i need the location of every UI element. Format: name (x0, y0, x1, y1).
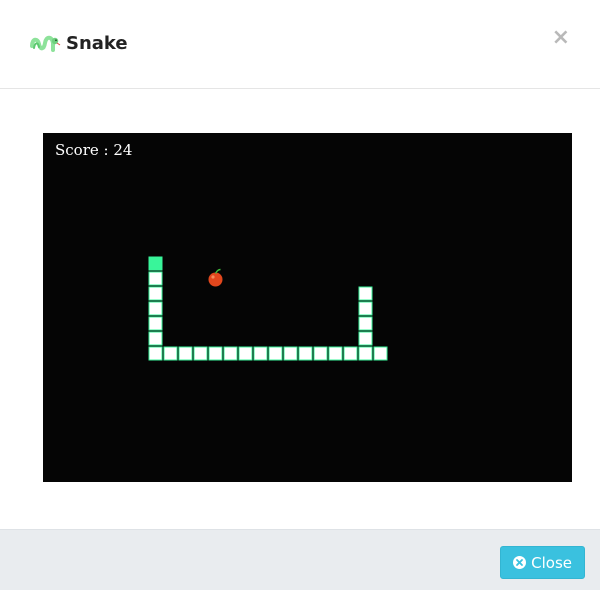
snake-body-segment (163, 346, 178, 361)
modal-title-group: Snake (30, 30, 128, 56)
modal-header: Snake × (0, 0, 600, 89)
modal-body: Score : 24 (0, 89, 600, 529)
apple-icon (208, 268, 223, 287)
snake-body-segment (298, 346, 313, 361)
times-circle-icon (513, 556, 527, 569)
close-x-button[interactable]: × (552, 24, 570, 52)
snake-body-segment (148, 346, 163, 361)
snake-body-segment (358, 301, 373, 316)
snake-body-segment (148, 271, 163, 286)
snake-body-segment (148, 331, 163, 346)
snake-body-segment (358, 286, 373, 301)
snake-body-segment (238, 346, 253, 361)
snake-body-segment (253, 346, 268, 361)
snake-body-segment (148, 286, 163, 301)
snake-logo-icon (30, 35, 61, 52)
game-board-grid (148, 256, 388, 361)
snake-body-segment (358, 316, 373, 331)
modal-footer: Close (0, 529, 600, 590)
snake-body-segment (373, 346, 388, 361)
snake-body-segment (148, 316, 163, 331)
snake-body-segment (208, 346, 223, 361)
modal-title: Snake (66, 32, 128, 54)
snake-modal: Snake × Score : 24 Close (0, 0, 600, 590)
snake-body-segment (313, 346, 328, 361)
snake-body-segment (358, 331, 373, 346)
snake-body-segment (148, 301, 163, 316)
snake-body-segment (223, 346, 238, 361)
game-board[interactable]: Score : 24 (43, 133, 572, 482)
snake-body-segment (343, 346, 358, 361)
close-button-label: Close (531, 553, 572, 572)
snake-body-segment (178, 346, 193, 361)
snake-body-segment (283, 346, 298, 361)
snake-body-segment (358, 346, 373, 361)
snake-body-segment (328, 346, 343, 361)
close-button[interactable]: Close (500, 546, 585, 579)
snake-body-segment (268, 346, 283, 361)
snake-body-segment (193, 346, 208, 361)
snake-head (148, 256, 163, 271)
